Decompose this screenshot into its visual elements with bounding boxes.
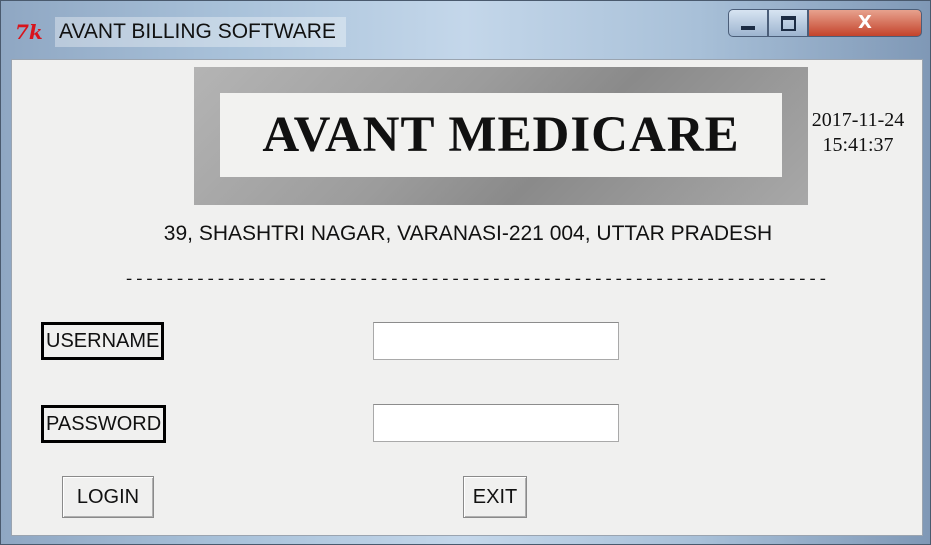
title-bar[interactable]: 7k AVANT BILLING SOFTWARE X	[1, 1, 931, 57]
divider-line: ----------------------------------------…	[124, 272, 826, 290]
clock: 2017-11-24 15:41:37	[796, 108, 920, 158]
clock-date: 2017-11-24	[811, 109, 905, 131]
banner-title: AVANT MEDICARE	[262, 107, 740, 163]
minimize-icon	[741, 26, 755, 30]
tk-feather-icon: 7k	[15, 20, 43, 44]
window-title: AVANT BILLING SOFTWARE	[55, 17, 346, 47]
close-button[interactable]: X	[808, 9, 922, 37]
close-icon: X	[858, 12, 872, 33]
minimize-button[interactable]	[728, 9, 768, 37]
banner-inner: AVANT MEDICARE	[220, 93, 782, 177]
company-address: 39, SHASHTRI NAGAR, VARANASI-221 004, UT…	[163, 222, 773, 245]
maximize-button[interactable]	[768, 9, 808, 37]
exit-button[interactable]: EXIT	[463, 476, 527, 518]
username-input[interactable]	[373, 322, 619, 360]
password-input[interactable]	[373, 404, 619, 442]
maximize-icon	[780, 15, 796, 31]
clock-time: 15:41:37	[822, 134, 894, 156]
app-window: 7k AVANT BILLING SOFTWARE X AVANT MEDICA…	[0, 0, 931, 545]
password-label: PASSWORD	[41, 405, 167, 443]
banner-frame: AVANT MEDICARE	[194, 67, 808, 205]
window-controls: X	[728, 9, 922, 37]
login-panel: AVANT MEDICARE 2017-11-24 15:41:37 39, S…	[11, 59, 923, 536]
login-button[interactable]: LOGIN	[62, 476, 154, 518]
username-label: USERNAME	[41, 322, 165, 360]
